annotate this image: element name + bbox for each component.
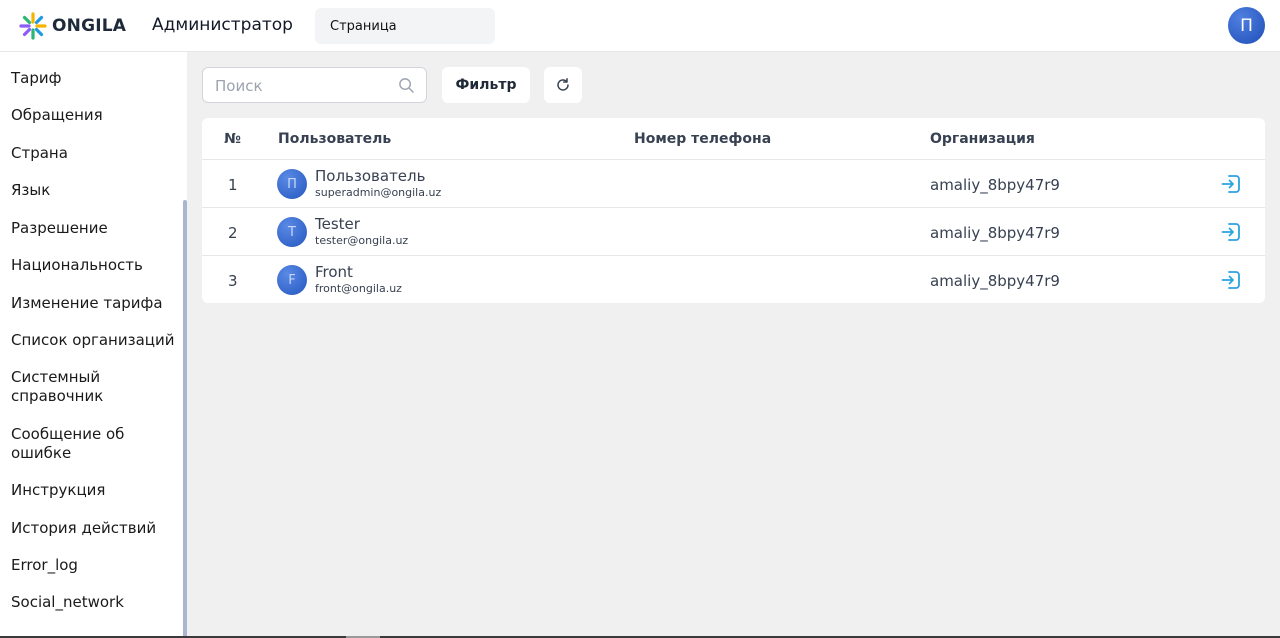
sidebar: Тариф Обращения Страна Язык Разрешение Н…	[0, 52, 187, 638]
users-table: № Пользователь Номер телефона Организаци…	[202, 118, 1265, 303]
user-row-avatar: F	[277, 265, 307, 295]
sidebar-item-error-log[interactable]: Error_log	[11, 556, 176, 575]
search-input[interactable]	[215, 77, 395, 95]
user-email: superadmin@ongila.uz	[315, 186, 442, 199]
top-header: ONGILA Администратор Страница П	[0, 0, 1280, 52]
sidebar-item-error-report[interactable]: Сообщение об ошибке	[11, 425, 131, 463]
organization-name: amaliy_8bpy47r9	[930, 224, 1060, 242]
page-select[interactable]: Страница	[315, 8, 495, 44]
column-header-organization: Организация	[930, 131, 1035, 147]
ongila-logo-icon	[19, 12, 47, 40]
search-box[interactable]	[202, 67, 427, 103]
user-avatar[interactable]: П	[1228, 7, 1265, 44]
role-title: Администратор	[152, 15, 293, 35]
column-header-user: Пользователь	[278, 131, 392, 147]
user-email: front@ongila.uz	[315, 282, 402, 295]
login-icon[interactable]	[1220, 173, 1242, 195]
row-number: 2	[228, 224, 238, 242]
user-email: tester@ongila.uz	[315, 234, 409, 247]
sidebar-item-requests[interactable]: Обращения	[11, 106, 176, 125]
sidebar-item-system-directory[interactable]: Системный справочник	[11, 368, 131, 406]
sidebar-item-tariff[interactable]: Тариф	[11, 69, 176, 88]
sidebar-item-permission[interactable]: Разрешение	[11, 219, 176, 238]
sidebar-item-action-history[interactable]: История действий	[11, 519, 176, 538]
sidebar-item-language[interactable]: Язык	[11, 181, 176, 200]
table-row[interactable]: 3 F Front front@ongila.uz amaliy_8bpy47r…	[202, 255, 1265, 303]
column-header-phone: Номер телефона	[634, 131, 772, 147]
brand-logo[interactable]: ONGILA	[18, 10, 126, 42]
user-name: Front	[315, 263, 353, 281]
table-row[interactable]: 2 T Tester tester@ongila.uz amaliy_8bpy4…	[202, 207, 1265, 255]
sidebar-item-tariff-change[interactable]: Изменение тарифа	[11, 294, 176, 313]
sidebar-item-social-network[interactable]: Social_network	[11, 593, 176, 612]
table-row[interactable]: 1 П Пользователь superadmin@ongila.uz am…	[202, 159, 1265, 207]
login-icon[interactable]	[1220, 221, 1242, 243]
sidebar-scrollbar[interactable]	[183, 200, 187, 638]
login-icon[interactable]	[1220, 269, 1242, 291]
sidebar-item-organizations[interactable]: Список организаций	[11, 331, 176, 350]
filter-button[interactable]: Фильтр	[442, 67, 530, 103]
organization-name: amaliy_8bpy47r9	[930, 176, 1060, 194]
refresh-button[interactable]	[544, 67, 582, 103]
refresh-icon	[557, 78, 569, 91]
sidebar-item-instructions[interactable]: Инструкция	[11, 481, 176, 500]
sidebar-item-country[interactable]: Страна	[11, 144, 176, 163]
brand-name: ONGILA	[52, 16, 127, 36]
column-header-number: №	[224, 131, 241, 147]
user-name: Tester	[315, 215, 360, 233]
user-name: Пользователь	[315, 167, 426, 185]
user-row-avatar: T	[277, 217, 307, 247]
user-row-avatar: П	[277, 169, 307, 199]
search-icon[interactable]	[398, 77, 415, 94]
row-number: 3	[228, 272, 238, 290]
row-number: 1	[228, 176, 238, 194]
organization-name: amaliy_8bpy47r9	[930, 272, 1060, 290]
sidebar-item-nationality[interactable]: Национальность	[11, 256, 176, 275]
